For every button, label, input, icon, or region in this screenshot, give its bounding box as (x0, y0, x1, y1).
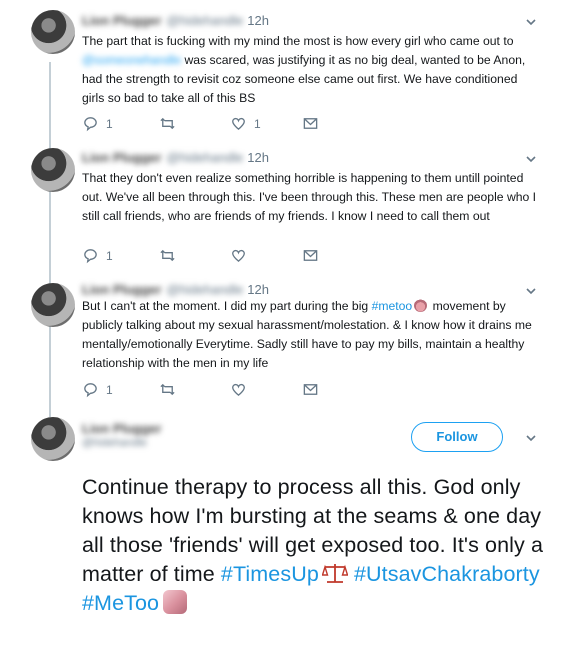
reply-button[interactable]: 1 (82, 381, 113, 398)
raised-hands-emoji-icon (414, 299, 428, 312)
envelope-icon (303, 118, 318, 129)
tweet-header: Lion Plugger @hidehandle 12h (82, 150, 269, 165)
avatar[interactable] (31, 417, 75, 461)
tweet-header: Lion Plugger @hidehandle 12h (82, 13, 269, 28)
like-count: 1 (254, 116, 261, 131)
avatar[interactable] (31, 283, 75, 327)
timestamp[interactable]: 12h (247, 282, 269, 297)
main-tweet-text: Continue therapy to process all this. Go… (82, 475, 543, 615)
author-handle[interactable]: @hidehandle (166, 13, 243, 28)
tweet-header: Lion Plugger @hidehandle 12h (82, 282, 269, 297)
author-handle[interactable]: @hidehandle (166, 150, 243, 165)
author-name[interactable]: Lion Plugger (82, 150, 161, 165)
author-handle[interactable]: @hidehandle (166, 282, 243, 297)
timestamp[interactable]: 12h (247, 150, 269, 165)
reply-button[interactable]: 1 (82, 247, 113, 264)
follow-button[interactable]: Follow (411, 422, 503, 452)
balance-scale-emoji-icon (321, 564, 348, 583)
tweet-text: But I can't at the moment. I did my part… (82, 299, 532, 370)
like-button[interactable] (230, 381, 247, 398)
reply-count: 1 (106, 248, 113, 263)
tweet-2[interactable]: Lion Plugger @hidehandle 12h That they don… (0, 140, 566, 275)
retweet-icon (160, 249, 175, 262)
hashtag-link[interactable]: #metoo (372, 299, 413, 313)
avatar[interactable] (31, 10, 75, 54)
chevron-down-icon[interactable] (524, 284, 538, 298)
retweet-button[interactable] (159, 381, 176, 398)
chevron-down-icon[interactable] (524, 15, 538, 29)
chevron-down-icon[interactable] (524, 152, 538, 166)
author-name[interactable]: Lion Plugger (82, 13, 161, 28)
like-button[interactable] (230, 247, 247, 264)
retweet-icon (160, 117, 175, 130)
dm-button[interactable] (302, 115, 319, 132)
action-bar: 1 (82, 381, 342, 399)
tweet-text: That they don't even realize something h… (82, 171, 537, 223)
hashtag-timesup[interactable]: #TimesUp (221, 562, 319, 586)
dm-button[interactable] (302, 247, 319, 264)
author-name[interactable]: Lion Plugger (82, 421, 161, 436)
author-handle[interactable]: @hidehandle (82, 437, 162, 449)
tweet-1[interactable]: Lion Plugger @hidehandle 12h The part that… (0, 0, 566, 140)
tweet-header: Lion Plugger @hidehandle (82, 421, 166, 449)
like-button[interactable]: 1 (230, 115, 261, 132)
reply-icon (84, 117, 97, 132)
envelope-icon (303, 250, 318, 261)
raised-hands-emoji-icon (163, 590, 188, 614)
hashtag-metoo[interactable]: #MeToo (82, 591, 159, 615)
reply-count: 1 (106, 116, 113, 131)
chevron-down-icon[interactable] (524, 431, 538, 445)
timestamp[interactable]: 12h (247, 13, 269, 28)
reply-icon (84, 249, 97, 264)
reply-count: 1 (106, 382, 113, 397)
reply-button[interactable]: 1 (82, 115, 113, 132)
retweet-button[interactable] (159, 247, 176, 264)
envelope-icon (303, 384, 318, 395)
heart-icon (232, 383, 245, 397)
heart-icon (232, 249, 245, 263)
heart-icon (232, 117, 245, 131)
mention-link[interactable]: @someonehandle (82, 53, 181, 67)
action-bar: 1 (82, 247, 342, 265)
action-bar: 1 1 (82, 115, 342, 133)
dm-button[interactable] (302, 381, 319, 398)
avatar[interactable] (31, 148, 75, 192)
retweet-icon (160, 383, 175, 396)
reply-icon (84, 383, 97, 398)
tweet-text: The part that is fucking with my mind th… (82, 34, 526, 105)
hashtag-utsavchakraborty[interactable]: #UtsavChakraborty (354, 562, 540, 586)
tweet-3[interactable]: Lion Plugger @hidehandle 12h But I can't a… (0, 275, 566, 405)
retweet-button[interactable] (159, 115, 183, 132)
author-name[interactable]: Lion Plugger (82, 282, 161, 297)
